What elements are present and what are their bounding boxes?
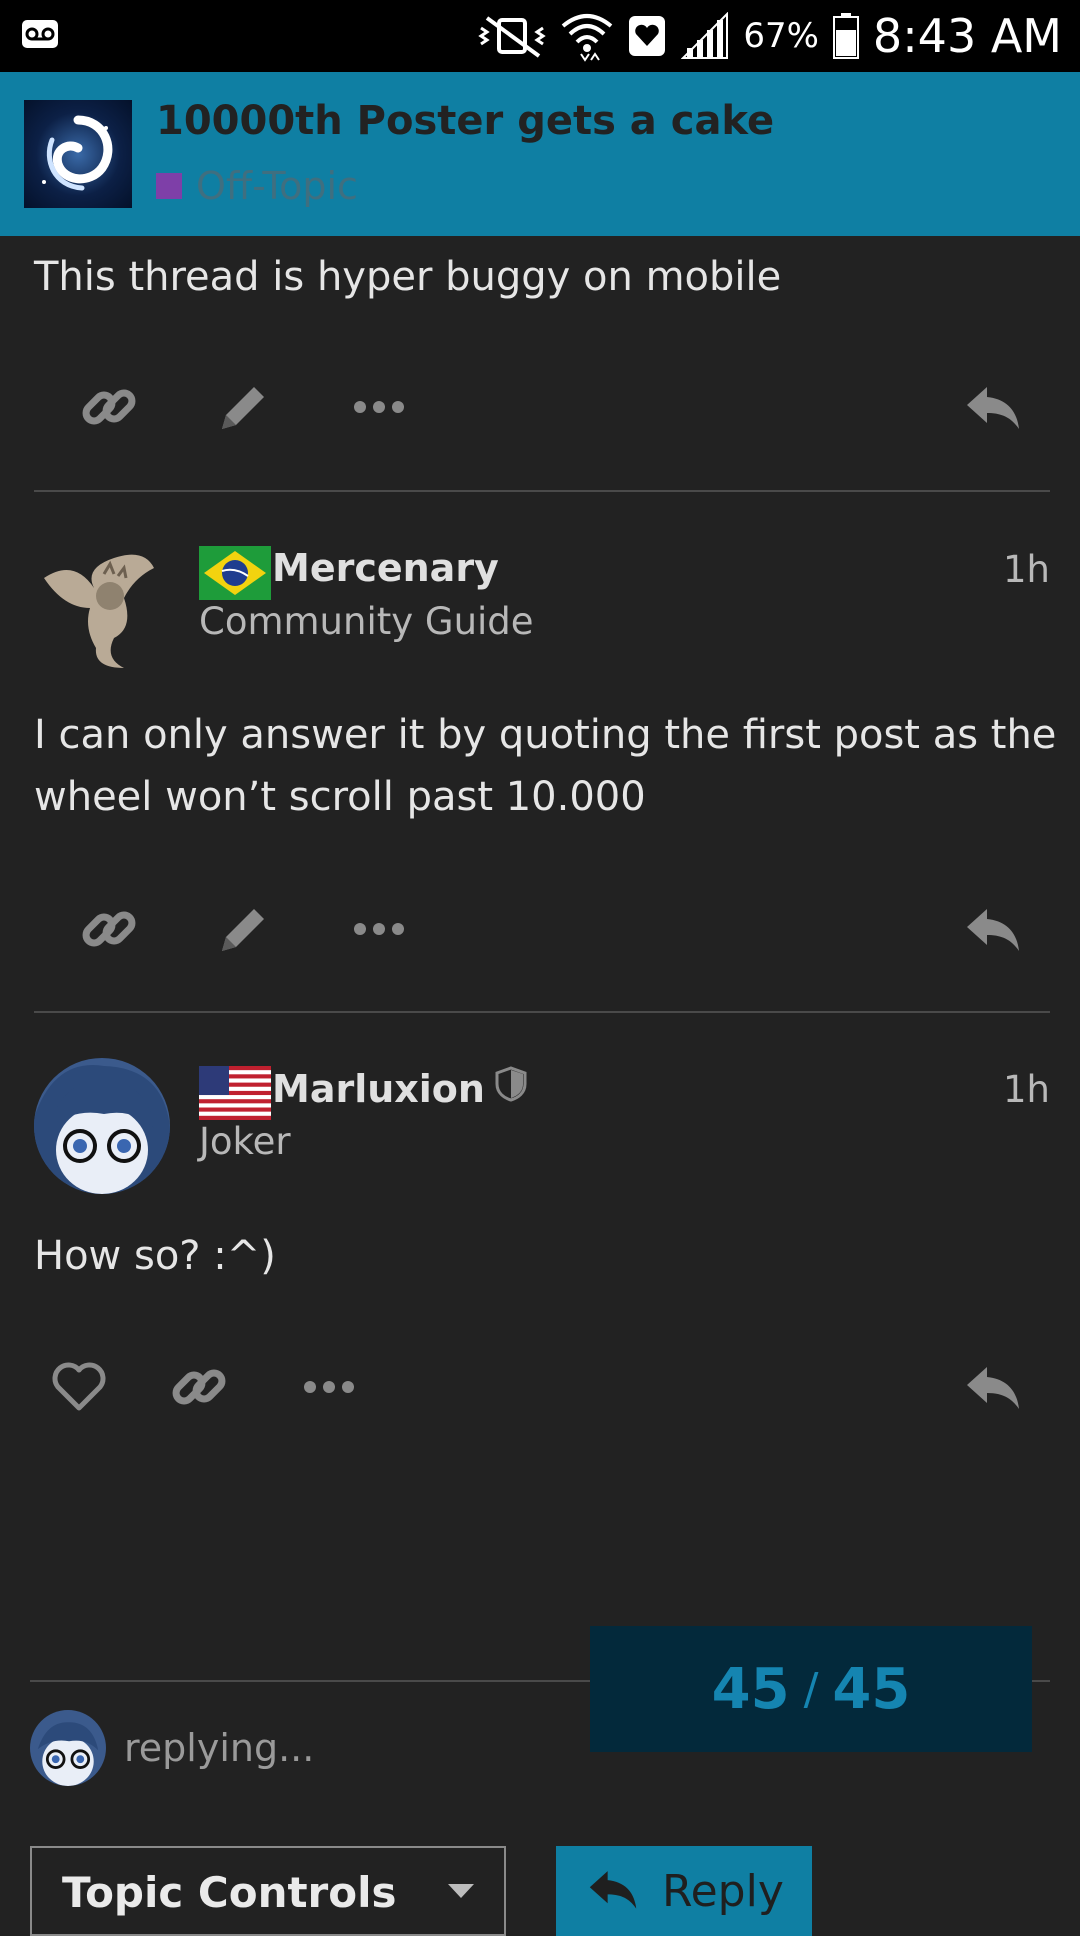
avatar[interactable] (34, 1058, 170, 1194)
progress-separator: / (803, 1663, 819, 1715)
shield-icon (495, 1066, 527, 1111)
username[interactable]: Mercenary (272, 546, 499, 590)
topic-category[interactable]: Off-Topic (156, 164, 358, 208)
post-body-line: wheel won’t scroll past 10.000 (34, 774, 646, 820)
reply-icon[interactable] (948, 884, 1038, 974)
post-body: How so? :^) (34, 1233, 276, 1279)
post-body: I can only answer it by quoting the firs… (34, 704, 1056, 828)
wifi-icon (561, 10, 613, 62)
post-time[interactable]: 1h (1003, 548, 1050, 591)
status-bar: 67% 8:43 AM (0, 0, 1080, 72)
battery-icon (832, 13, 859, 59)
user-title: Joker (199, 1120, 291, 1163)
progress-total: 45 (832, 1656, 911, 1722)
post-header: Marluxion Joker 1h (34, 1058, 1050, 1198)
post-divider (34, 490, 1050, 492)
usa-flag-icon (199, 1066, 271, 1120)
link-icon[interactable] (64, 884, 154, 974)
vibrate-mute-icon (477, 14, 547, 58)
site-logo[interactable] (24, 100, 132, 208)
topic-controls-label: Topic Controls (62, 1868, 397, 1917)
pencil-icon[interactable] (199, 362, 289, 452)
heart-notification-icon (627, 14, 667, 58)
post-progress-indicator[interactable]: 45 / 45 (590, 1626, 1032, 1752)
reply-icon (588, 1867, 638, 1915)
user-title: Community Guide (199, 600, 534, 643)
category-label: Off-Topic (196, 164, 358, 208)
progress-current: 45 (711, 1656, 790, 1722)
reply-icon[interactable] (948, 1342, 1038, 1432)
post-actions (34, 362, 1050, 452)
brazil-flag-icon (199, 546, 271, 600)
voicemail-icon (22, 20, 58, 52)
post-time[interactable]: 1h (1003, 1068, 1050, 1111)
topic-title[interactable]: 10000th Poster gets a cake (156, 98, 774, 144)
signal-icon (681, 12, 729, 60)
clock: 8:43 AM (872, 9, 1062, 63)
username-label: Marluxion (272, 1066, 485, 1111)
pencil-icon[interactable] (199, 884, 289, 974)
more-icon[interactable] (334, 884, 424, 974)
avatar[interactable] (34, 538, 170, 674)
post-divider (34, 1011, 1050, 1013)
more-icon[interactable] (284, 1342, 374, 1432)
username[interactable]: Marluxion (272, 1066, 527, 1111)
more-icon[interactable] (334, 362, 424, 452)
post-body-line: I can only answer it by quoting the firs… (34, 712, 1057, 758)
reply-icon[interactable] (948, 362, 1038, 452)
username-label: Mercenary (272, 546, 499, 590)
post-actions (34, 1342, 1050, 1432)
link-icon[interactable] (64, 362, 154, 452)
reply-button-label: Reply (662, 1865, 784, 1917)
replying-user-avatar (30, 1710, 106, 1786)
chevron-down-icon (448, 1884, 474, 1904)
link-icon[interactable] (154, 1342, 244, 1432)
replying-indicator: replying... (30, 1710, 314, 1786)
category-color-square (156, 173, 182, 199)
post-actions (34, 884, 1050, 974)
battery-percent: 67% (743, 16, 819, 56)
replying-text: replying... (124, 1726, 315, 1770)
reply-button[interactable]: Reply (556, 1846, 812, 1936)
post-body: This thread is hyper buggy on mobile (34, 254, 782, 300)
topic-controls-dropdown[interactable]: Topic Controls (30, 1846, 506, 1936)
post-header: Mercenary Community Guide 1h (34, 538, 1050, 678)
topic-header: 10000th Poster gets a cake Off-Topic (0, 72, 1080, 236)
heart-icon[interactable] (34, 1342, 124, 1432)
